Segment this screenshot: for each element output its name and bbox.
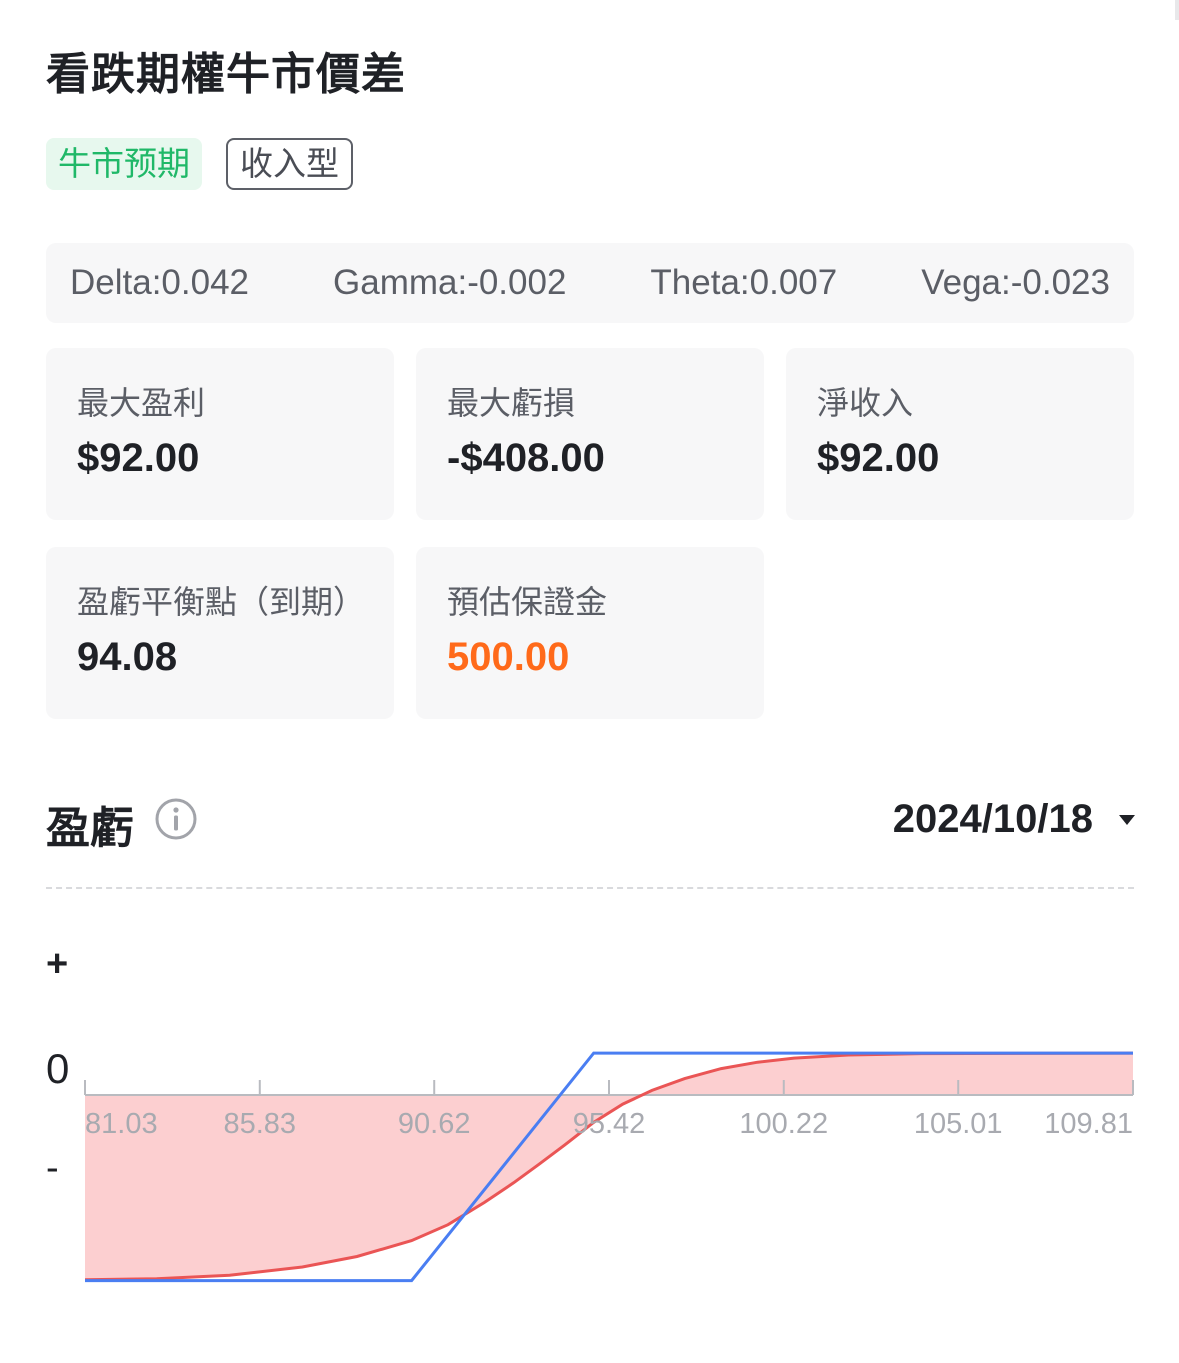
metric-card-max-profit: 最大盈利 $92.00 [46, 348, 394, 520]
metric-value: $92.00 [817, 436, 940, 480]
x-tick-label: 90.62 [398, 1108, 471, 1140]
x-tick-label: 95.42 [573, 1108, 646, 1140]
pnl-chart: 81.03 85.83 90.62 95.42 100.22 105.01 109.81 +0… [46, 943, 1134, 1283]
greeks-bar: Delta:0.042 Gamma:-0.002 Theta:0.007 Veg… [46, 243, 1134, 323]
greek-theta: Theta:0.007 [650, 263, 838, 302]
greek-vega: Vega:-0.023 [921, 263, 1110, 302]
frame-edge [1175, 0, 1179, 20]
x-tick-label: 85.83 [223, 1108, 296, 1140]
metric-value: 94.08 [77, 635, 178, 679]
greek-gamma: Gamma:-0.002 [333, 263, 567, 302]
metric-label: 預估保證金 [447, 583, 608, 621]
y-label-minus: - [46, 1147, 59, 1189]
metric-label: 淨收入 [817, 384, 914, 422]
metric-label: 最大盈利 [77, 384, 206, 422]
strategy-title: 看跌期權牛市價差 [46, 49, 406, 100]
metric-card-breakeven: 盈虧平衡點（到期） 94.08 [46, 547, 394, 719]
strategy-tags: 牛市预期 收入型 [46, 138, 353, 190]
x-tick-label: 105.01 [914, 1108, 1003, 1140]
metric-value: -$408.00 [447, 436, 605, 480]
info-circle-icon[interactable] [154, 797, 198, 841]
metric-card-net-income: 淨收入 $92.00 [786, 348, 1134, 520]
metric-card-margin: 預估保證金 500.00 [416, 547, 764, 719]
metric-label: 盈虧平衡點（到期） [77, 583, 366, 621]
y-label-zero: 0 [46, 1045, 69, 1092]
caret-down-icon [1119, 814, 1135, 825]
x-tick-label: 109.81 [1044, 1108, 1133, 1140]
section-divider [46, 887, 1134, 889]
y-label-plus: + [46, 943, 68, 985]
metric-value: $92.00 [77, 436, 200, 480]
metric-value: 500.00 [447, 635, 570, 679]
tag-bullish: 牛市预期 [46, 138, 202, 190]
x-tick-label: 100.22 [739, 1108, 828, 1140]
expiry-date-value: 2024/10/18 [892, 797, 1093, 841]
x-tick-label: 81.03 [85, 1108, 158, 1140]
metric-label: 最大虧損 [447, 384, 576, 422]
greek-delta: Delta:0.042 [70, 263, 250, 302]
tag-income: 收入型 [226, 138, 353, 190]
pnl-title: 盈虧 [46, 803, 134, 854]
metric-card-max-loss: 最大虧損 -$408.00 [416, 348, 764, 520]
expiry-date-select[interactable]: 2024/10/18 [893, 797, 1135, 842]
